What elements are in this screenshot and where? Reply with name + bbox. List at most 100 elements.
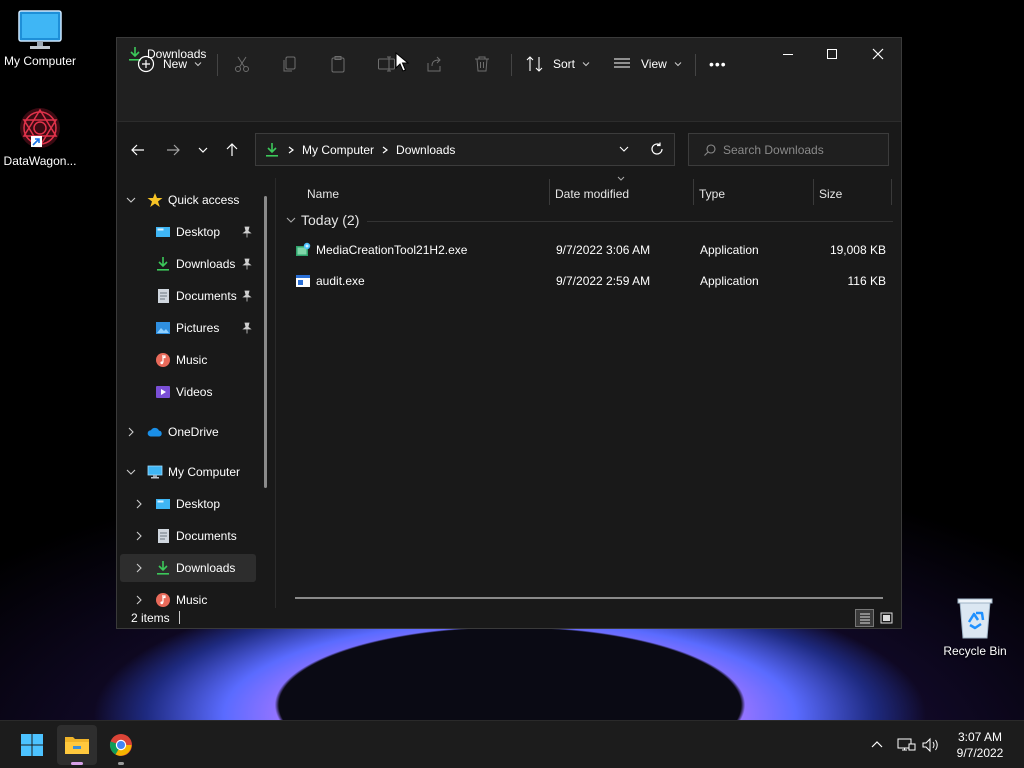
volume-button[interactable] — [921, 721, 941, 768]
address-history-button[interactable] — [611, 137, 637, 161]
sidebar-item-desktop[interactable]: Desktop — [155, 218, 220, 246]
close-icon — [872, 48, 884, 60]
show-hidden-icons-button[interactable] — [870, 721, 884, 768]
copy-button[interactable] — [281, 48, 299, 80]
pin-icon[interactable] — [241, 290, 253, 305]
horizontal-scrollbar[interactable] — [295, 597, 883, 599]
share-button[interactable] — [425, 48, 443, 80]
new-button[interactable]: New — [137, 48, 203, 80]
forward-button[interactable] — [160, 138, 186, 162]
table-row[interactable]: MediaCreationTool21H2.exe 9/7/2022 3:06 … — [291, 236, 891, 264]
minimize-button[interactable] — [765, 38, 811, 70]
sidebar-item-computer-documents[interactable]: Documents — [155, 522, 237, 550]
sidebar-item-music[interactable]: Music — [155, 346, 207, 374]
delete-button[interactable] — [473, 48, 491, 80]
desktop-icon-label: Recycle Bin — [943, 644, 1007, 658]
column-header-name[interactable]: Name — [307, 183, 339, 205]
document-icon — [155, 288, 171, 304]
back-button[interactable] — [125, 138, 151, 162]
up-button[interactable] — [219, 138, 245, 162]
recent-locations-button[interactable] — [190, 138, 216, 162]
breadcrumb-my-computer[interactable]: My Computer — [302, 143, 374, 157]
clock-date: 9/7/2022 — [956, 746, 1004, 760]
details-view-icon — [859, 613, 870, 624]
expand-music[interactable] — [133, 594, 145, 606]
sidebar-item-label: Desktop — [176, 497, 221, 511]
sidebar-item-downloads[interactable]: Downloads — [155, 250, 235, 278]
taskbar-file-explorer[interactable] — [57, 725, 97, 765]
sidebar-item-quick-access[interactable]: Quick access — [147, 186, 239, 214]
large-icons-view-button[interactable] — [877, 609, 896, 627]
downloads-icon — [155, 560, 171, 576]
sidebar-item-label: My Computer — [168, 465, 241, 479]
expand-desktop[interactable] — [133, 498, 145, 510]
column-header-date-modified[interactable]: Date modified — [555, 183, 629, 205]
expand-my-computer[interactable] — [125, 466, 137, 478]
search-input[interactable]: Search Downloads — [723, 143, 824, 157]
view-button-label: View — [641, 57, 667, 71]
network-status-button[interactable] — [896, 721, 916, 768]
desktop-icon-datawagon[interactable]: DataWagon... — [0, 106, 80, 168]
close-button[interactable] — [855, 38, 901, 70]
chevron-right-icon — [136, 563, 142, 573]
column-resize-handle[interactable] — [693, 179, 694, 205]
arrow-up-icon — [226, 143, 238, 156]
rename-button[interactable] — [377, 48, 397, 80]
expand-onedrive[interactable] — [125, 426, 137, 438]
sidebar-item-computer-desktop[interactable]: Desktop — [155, 490, 220, 518]
desktop-icon-my-computer[interactable]: My Computer — [0, 10, 80, 68]
pin-icon[interactable] — [241, 226, 253, 241]
sidebar-item-pictures[interactable]: Pictures — [155, 314, 219, 342]
refresh-button[interactable] — [644, 137, 670, 161]
speaker-icon — [922, 737, 938, 753]
view-button[interactable]: View — [613, 48, 683, 80]
maximize-button[interactable] — [809, 38, 855, 70]
sidebar-item-computer-music[interactable]: Music — [155, 586, 207, 608]
column-resize-handle[interactable] — [813, 179, 814, 205]
clock-time: 3:07 AM — [957, 730, 1003, 744]
expand-downloads[interactable] — [133, 562, 145, 574]
trash-icon — [475, 56, 489, 72]
sidebar-item-computer-downloads[interactable]: Downloads — [155, 554, 235, 582]
more-options-button[interactable]: ••• — [709, 48, 727, 80]
tiles-view-icon — [880, 612, 893, 624]
column-header-label: Date modified — [555, 187, 630, 201]
item-count: 2 items — [131, 611, 170, 625]
column-resize-handle[interactable] — [549, 179, 550, 205]
file-date-modified: 9/7/2022 2:59 AM — [556, 274, 651, 288]
group-header-today[interactable]: Today (2) — [285, 212, 359, 228]
music-icon — [155, 352, 171, 368]
downloads-icon — [266, 142, 278, 157]
expand-documents[interactable] — [133, 530, 145, 542]
breadcrumb-downloads[interactable]: Downloads — [396, 143, 455, 157]
taskbar-chrome[interactable] — [101, 725, 141, 765]
datawagon-logo-icon — [20, 108, 60, 148]
arrow-right-icon — [167, 144, 180, 156]
desktop-icon-recycle-bin[interactable]: Recycle Bin — [935, 596, 1015, 658]
pane-divider — [275, 178, 276, 608]
cut-button[interactable] — [233, 48, 251, 80]
search-box[interactable]: Search Downloads — [688, 133, 889, 166]
sidebar-item-documents[interactable]: Documents — [155, 282, 237, 310]
clock[interactable]: 3:07 AM 9/7/2022 — [945, 729, 1015, 761]
pin-icon[interactable] — [241, 322, 253, 337]
start-button[interactable] — [12, 725, 52, 765]
sort-button-label: Sort — [553, 57, 576, 71]
sidebar-item-onedrive[interactable]: OneDrive — [147, 418, 219, 446]
sort-button[interactable]: Sort — [525, 48, 591, 80]
sidebar-item-videos[interactable]: Videos — [155, 378, 212, 406]
refresh-icon — [651, 142, 663, 155]
pin-icon[interactable] — [241, 258, 253, 273]
desktop-icon-label: DataWagon... — [3, 154, 77, 168]
paste-button[interactable] — [329, 48, 347, 80]
details-view-button[interactable] — [855, 609, 874, 627]
column-header-size[interactable]: Size — [819, 183, 842, 205]
maximize-icon — [827, 49, 837, 59]
expand-quick-access[interactable] — [125, 194, 137, 206]
table-row[interactable]: audit.exe 9/7/2022 2:59 AM Application 1… — [291, 267, 891, 295]
sidebar-scrollbar[interactable] — [264, 196, 267, 488]
column-resize-handle[interactable] — [891, 179, 892, 205]
sidebar-item-my-computer[interactable]: My Computer — [147, 458, 240, 486]
share-icon — [427, 56, 441, 72]
column-header-type[interactable]: Type — [699, 183, 725, 205]
